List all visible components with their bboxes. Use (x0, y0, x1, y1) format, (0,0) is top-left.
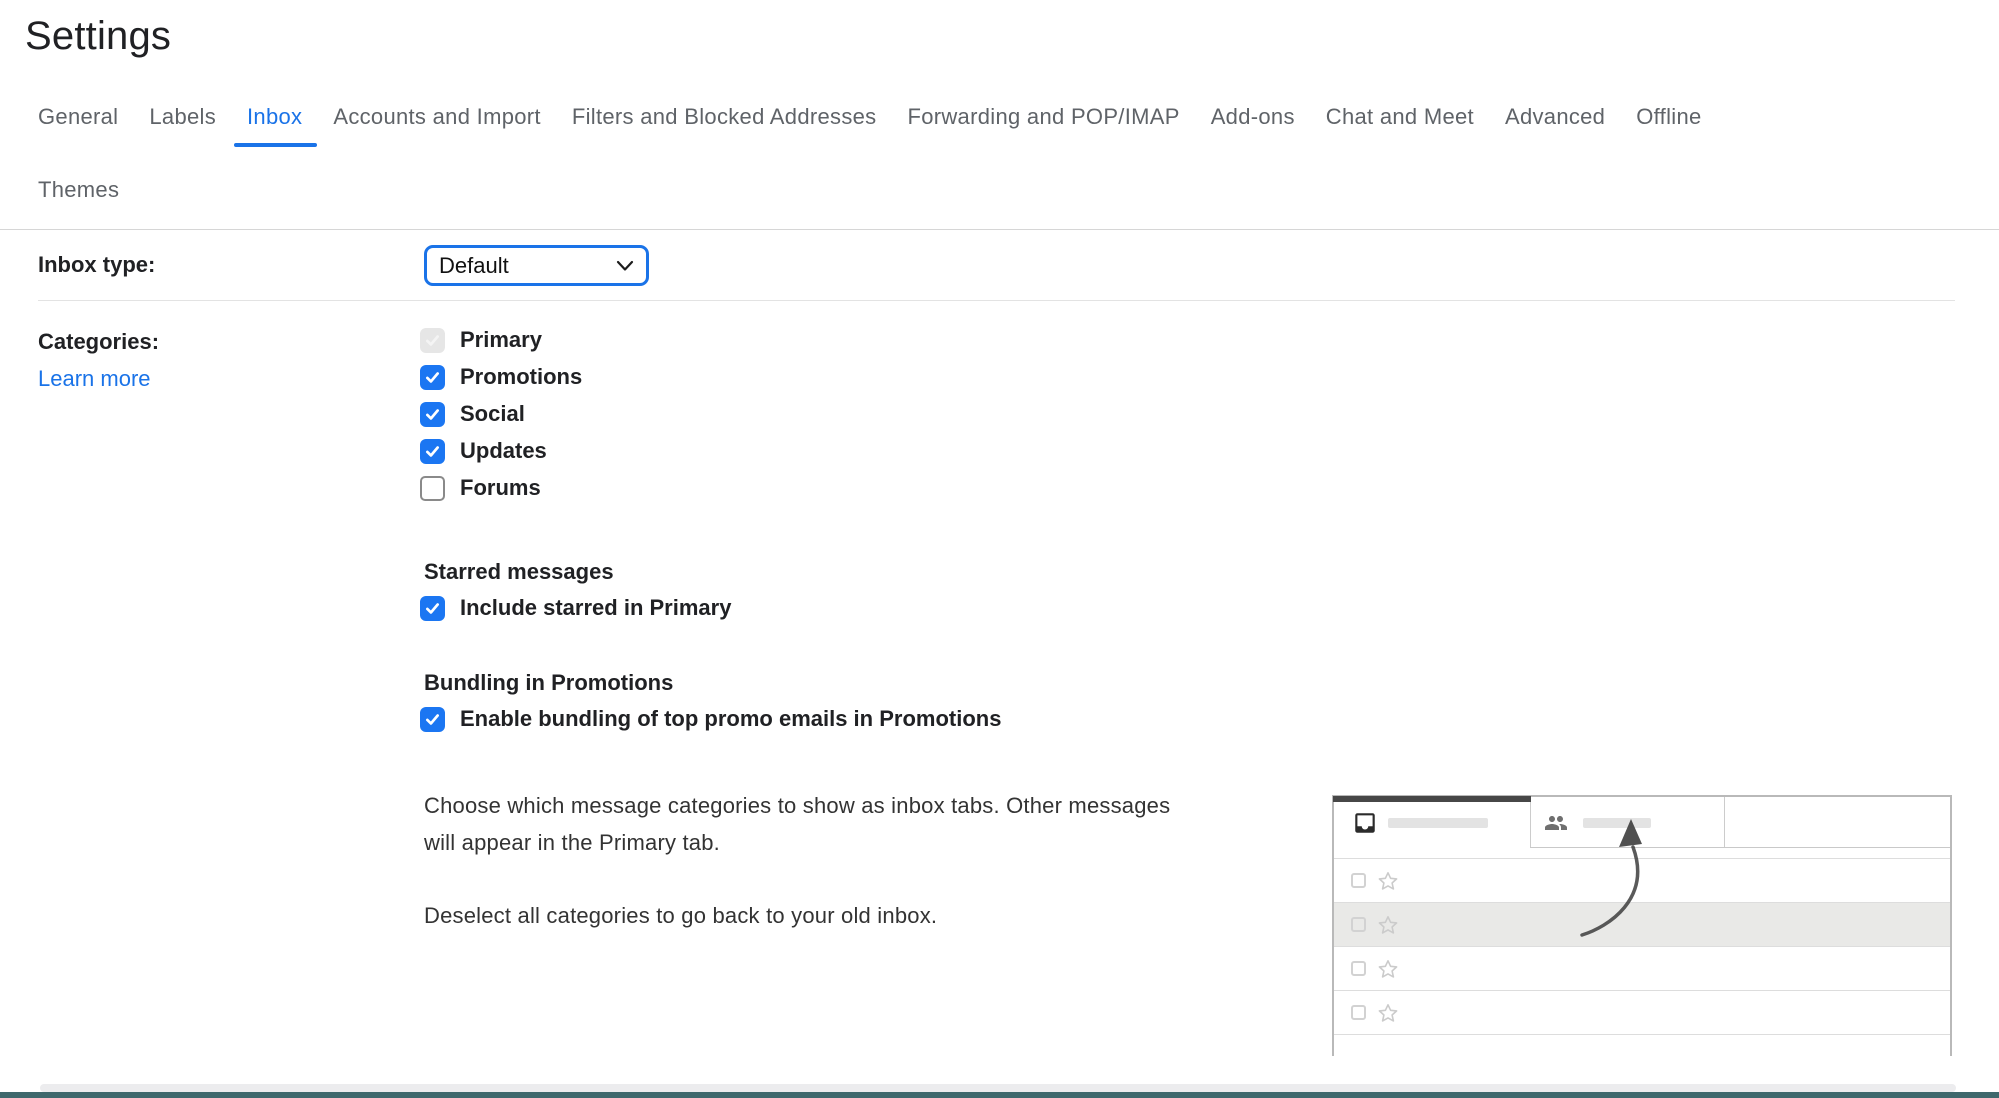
category-row-updates: Updates (420, 438, 582, 464)
row-checkbox-icon (1351, 1005, 1366, 1020)
category-label-social: Social (460, 401, 525, 427)
settings-tabs: General Labels Inbox Accounts and Import Fil… (38, 104, 1968, 220)
illustration-social-tab (1531, 797, 1725, 848)
star-icon (1378, 915, 1398, 935)
chevron-down-icon (616, 260, 634, 272)
tab-strip-bottom-border (1530, 847, 1950, 848)
tab-themes[interactable]: Themes (38, 177, 119, 220)
category-row-primary: Primary (420, 327, 582, 353)
illustration-row-1 (1334, 858, 1950, 902)
category-checkbox-updates[interactable] (420, 439, 445, 464)
tabs-row-1: General Labels Inbox Accounts and Import Fil… (38, 104, 1968, 147)
deselect-description: Deselect all categories to go back to yo… (424, 897, 1324, 934)
tab-labels[interactable]: Labels (149, 104, 216, 147)
inbox-type-label: Inbox type: (38, 252, 155, 278)
bundling-heading: Bundling in Promotions (424, 670, 673, 696)
star-icon (1378, 959, 1398, 979)
bundling-row-enable-bundling-of-top-promo-emails-in-promotions: Enable bundling of top promo emails in P… (420, 706, 1001, 732)
window-bottom-edge (0, 1092, 1999, 1098)
illustration-empty-row (1334, 1034, 1950, 1057)
starred-row-include-starred-in-primary: Include starred in Primary (420, 595, 731, 621)
row-checkbox-icon (1351, 961, 1366, 976)
tab-advanced[interactable]: Advanced (1505, 104, 1605, 147)
inbox-type-select[interactable]: Default (424, 245, 649, 286)
divider-under-inbox-type (38, 300, 1955, 301)
category-label-primary: Primary (460, 327, 542, 353)
tab-offline[interactable]: Offline (1636, 104, 1701, 147)
inbox-icon (1352, 810, 1378, 841)
horizontal-scrollbar[interactable] (40, 1084, 1956, 1092)
tab-forwarding-and-pop-imap[interactable]: Forwarding and POP/IMAP (907, 104, 1179, 147)
illustration-row-2 (1334, 902, 1950, 946)
star-icon (1378, 871, 1398, 891)
active-tab-top-bar (1333, 796, 1531, 802)
tab-inbox[interactable]: Inbox (247, 104, 302, 147)
people-icon (1544, 811, 1568, 840)
bundling-checkbox-enable-bundling-of-top-promo-emails-in-promotions[interactable] (420, 707, 445, 732)
tab-add-ons[interactable]: Add-ons (1211, 104, 1295, 147)
illustration-row-3 (1334, 946, 1950, 990)
starred-messages-heading: Starred messages (424, 559, 614, 585)
tab-chat-and-meet[interactable]: Chat and Meet (1326, 104, 1474, 147)
category-checkbox-promotions[interactable] (420, 365, 445, 390)
tab-general[interactable]: General (38, 104, 118, 147)
category-row-promotions: Promotions (420, 364, 582, 390)
category-row-forums: Forums (420, 475, 582, 501)
inbox-type-selected-value: Default (439, 253, 509, 279)
star-icon (1378, 1003, 1398, 1023)
category-label-promotions: Promotions (460, 364, 582, 390)
starred-option-container: Include starred in Primary (420, 595, 731, 621)
bundling-option-container: Enable bundling of top promo emails in P… (420, 706, 1001, 732)
row-checkbox-icon (1351, 917, 1366, 932)
bundling-label-enable-bundling-of-top-promo-emails-in-promotions: Enable bundling of top promo emails in P… (460, 706, 1001, 732)
page-title: Settings (25, 14, 171, 59)
divider-under-tabs (0, 229, 1999, 230)
categories-description: Choose which message categories to show … (424, 787, 1324, 861)
row-checkbox-icon (1351, 873, 1366, 888)
starred-checkbox-include-starred-in-primary[interactable] (420, 596, 445, 621)
gmail-settings-page: Settings General Labels Inbox Accounts and … (0, 0, 1999, 1098)
category-checkbox-forums[interactable] (420, 476, 445, 501)
starred-label-include-starred-in-primary: Include starred in Primary (460, 595, 731, 621)
illustration-row-4 (1334, 990, 1950, 1034)
categories-label: Categories: (38, 329, 159, 355)
tab-label-placeholder (1583, 818, 1651, 828)
tab-filters-and-blocked-addresses[interactable]: Filters and Blocked Addresses (572, 104, 877, 147)
category-row-social: Social (420, 401, 582, 427)
categories-checkbox-list: Primary Promotions Social Updates Forums (420, 327, 582, 501)
inbox-tabs-illustration (1332, 795, 1952, 1056)
category-checkbox-primary (420, 328, 445, 353)
tab-label-placeholder (1388, 818, 1488, 828)
illustration-message-rows (1334, 858, 1950, 1057)
tab-accounts-and-import[interactable]: Accounts and Import (333, 104, 540, 147)
category-label-updates: Updates (460, 438, 547, 464)
category-checkbox-social[interactable] (420, 402, 445, 427)
category-label-forums: Forums (460, 475, 541, 501)
illustration-primary-tab (1334, 797, 1531, 848)
tabs-row-2: Themes (38, 177, 1968, 220)
learn-more-link[interactable]: Learn more (38, 366, 151, 392)
